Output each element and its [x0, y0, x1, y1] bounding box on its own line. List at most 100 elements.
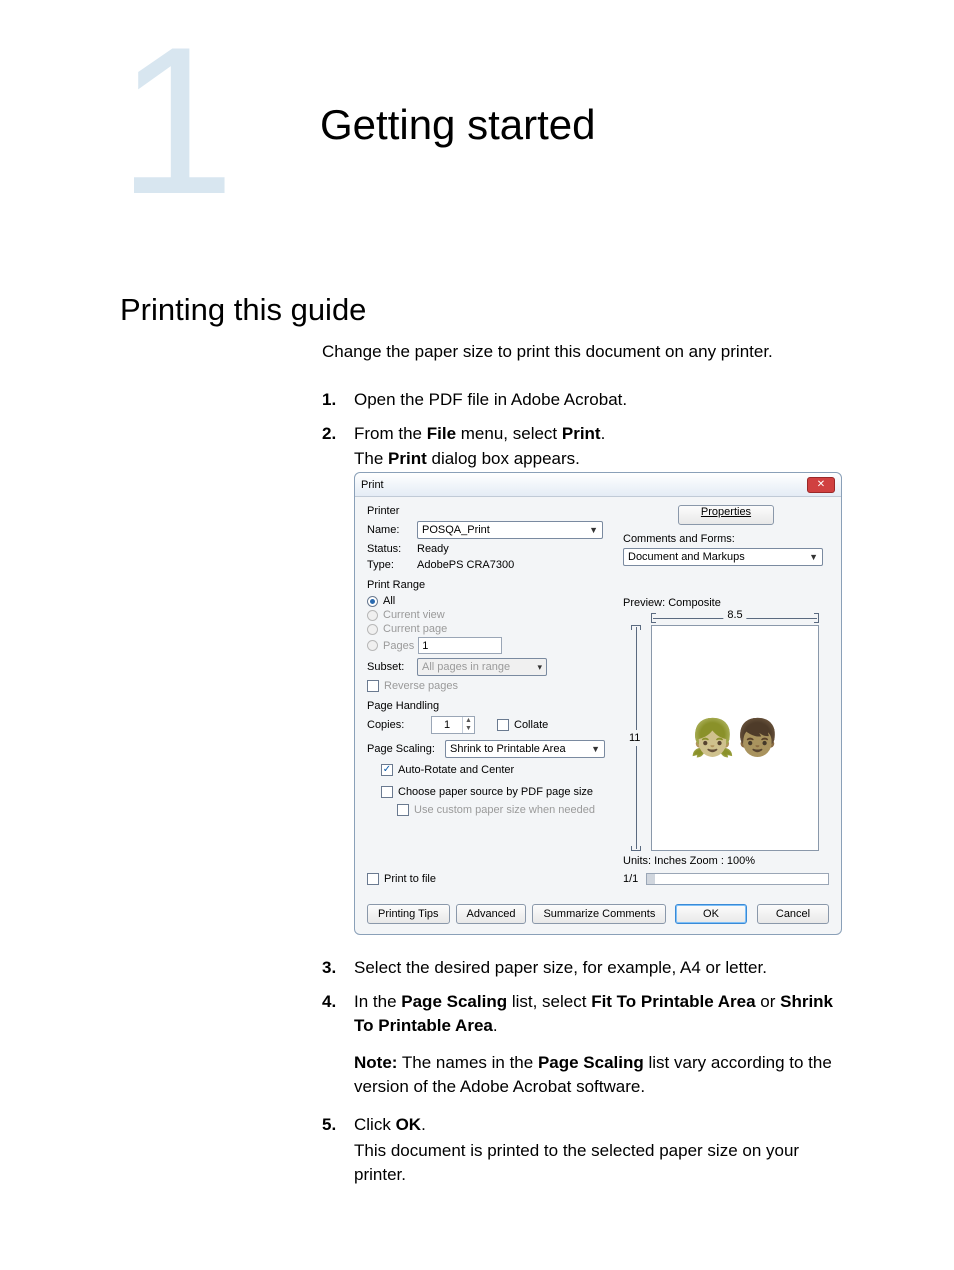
bold-text: Print — [388, 449, 427, 468]
text: . — [421, 1115, 426, 1134]
radio-icon — [367, 624, 378, 635]
dialog-title: Print — [361, 479, 384, 491]
step-4: 4. In the Page Scaling list, select Fit … — [322, 990, 842, 1101]
page-scaling-combo[interactable]: Shrink to Printable Area ▼ — [445, 740, 605, 758]
checkbox-icon — [497, 719, 509, 731]
page-scaling-label: Page Scaling: — [367, 743, 445, 755]
text: . — [493, 1016, 498, 1035]
bold-text: OK — [396, 1115, 422, 1134]
subset-label: Subset: — [367, 661, 417, 673]
checkbox-label: Reverse pages — [384, 680, 458, 692]
ruler-horizontal: 8.5 — [651, 611, 819, 625]
bold-text: Fit To Printable Area — [591, 992, 755, 1011]
radio-label: Pages — [383, 640, 414, 652]
chevron-down-icon: ▾ — [537, 662, 542, 673]
print-range-group-label: Print Range — [367, 579, 829, 591]
radio-icon — [367, 610, 378, 621]
ruler-vertical: 11 — [623, 625, 651, 851]
advanced-button[interactable]: Advanced — [456, 904, 527, 924]
checkbox-label: Print to file — [384, 873, 436, 885]
cancel-button[interactable]: Cancel — [757, 904, 829, 924]
page-progress: 1/1 — [623, 873, 829, 885]
radio-icon — [367, 596, 378, 607]
copies-spinner[interactable]: 1 ▲▼ — [431, 716, 475, 734]
step-number: 4. — [322, 990, 354, 1101]
step-text: In the Page Scaling list, select Fit To … — [354, 990, 842, 1101]
text: menu, select — [456, 424, 562, 443]
text: The names in the — [397, 1053, 538, 1072]
bold-text: File — [427, 424, 456, 443]
checkbox-label: Use custom paper size when needed — [414, 804, 595, 816]
type-value: AdobePS CRA7300 — [417, 559, 514, 571]
page-of-label: 1/1 — [623, 873, 638, 885]
text: The — [354, 449, 388, 468]
page-height-value: 11 — [629, 730, 640, 746]
status-label: Status: — [367, 543, 417, 555]
comments-forms-label: Comments and Forms: — [623, 533, 829, 545]
preview-panel: Preview: Composite 8.5 11 👧🏼👦🏽 Units: In… — [623, 597, 829, 885]
spinner-arrows-icon: ▲▼ — [462, 717, 474, 733]
text: From the — [354, 424, 427, 443]
radio-label: Current view — [383, 609, 445, 621]
combo-value: Document and Markups — [628, 551, 745, 563]
bold-text: Page Scaling — [401, 992, 507, 1011]
combo-value: Shrink to Printable Area — [450, 743, 566, 755]
pages-input[interactable] — [418, 637, 502, 654]
type-label: Type: — [367, 559, 417, 571]
name-label: Name: — [367, 524, 417, 536]
text: . — [601, 424, 606, 443]
copies-label: Copies: — [367, 719, 417, 731]
step-number: 3. — [322, 956, 354, 980]
ok-button[interactable]: OK — [675, 904, 747, 924]
comments-forms-combo[interactable]: Document and Markups ▼ — [623, 548, 823, 566]
chevron-down-icon: ▼ — [591, 744, 600, 754]
copies-value: 1 — [432, 719, 462, 731]
preview-label: Preview: Composite — [623, 597, 829, 609]
units-zoom-label: Units: Inches Zoom : 100% — [623, 855, 829, 867]
step-number: 2. — [322, 422, 354, 474]
properties-button[interactable]: Properties — [678, 505, 774, 525]
text: This document is printed to the selected… — [354, 1139, 842, 1187]
step-text: Click OK. This document is printed to th… — [354, 1113, 842, 1188]
step-text: From the File menu, select Print. The Pr… — [354, 422, 842, 474]
summarize-comments-button[interactable]: Summarize Comments — [532, 904, 666, 924]
status-value: Ready — [417, 543, 449, 555]
bold-text: Print — [562, 424, 601, 443]
printing-tips-button[interactable]: Printing Tips — [367, 904, 450, 924]
text: list, select — [507, 992, 591, 1011]
text: dialog box appears. — [427, 449, 580, 468]
preview-paper: 👧🏼👦🏽 — [651, 625, 819, 851]
section-title: Printing this guide — [120, 292, 366, 328]
progress-bar — [646, 873, 829, 885]
radio-icon — [367, 640, 378, 651]
preview-clipart-icon: 👧🏼👦🏽 — [690, 717, 780, 759]
page-width-value: 8.5 — [723, 609, 746, 621]
collate-checkbox[interactable]: Collate — [497, 719, 548, 731]
checkbox-icon — [397, 804, 409, 816]
checkbox-label: Auto-Rotate and Center — [398, 764, 514, 776]
checkbox-icon — [381, 786, 393, 798]
text: Click — [354, 1115, 396, 1134]
combo-value: All pages in range — [422, 661, 510, 673]
checkbox-icon — [367, 873, 379, 885]
combo-value: POSQA_Print — [422, 524, 490, 536]
step-number: 1. — [322, 388, 354, 412]
steps-continued: 3. Select the desired paper size, for ex… — [322, 956, 842, 1198]
checkbox-icon: ✓ — [381, 764, 393, 776]
step-3: 3. Select the desired paper size, for ex… — [322, 956, 842, 980]
chevron-down-icon: ▼ — [589, 525, 598, 535]
chapter-number: 1 — [118, 16, 235, 226]
close-button[interactable]: ✕ — [807, 477, 835, 493]
checkbox-icon — [367, 680, 379, 692]
checkbox-label: Collate — [514, 719, 548, 731]
subset-combo[interactable]: All pages in range ▾ — [417, 658, 547, 676]
step-text: Open the PDF file in Adobe Acrobat. — [354, 388, 842, 412]
printer-name-combo[interactable]: POSQA_Print ▼ — [417, 521, 603, 539]
steps-list: 1. Open the PDF file in Adobe Acrobat. 2… — [322, 388, 842, 473]
print-to-file-checkbox[interactable]: Print to file — [367, 873, 436, 885]
chevron-down-icon: ▼ — [809, 552, 818, 562]
body-text: Change the paper size to print this docu… — [322, 340, 842, 483]
intro-paragraph: Change the paper size to print this docu… — [322, 340, 842, 364]
step-1: 1. Open the PDF file in Adobe Acrobat. — [322, 388, 842, 412]
checkbox-label: Choose paper source by PDF page size — [398, 786, 593, 798]
